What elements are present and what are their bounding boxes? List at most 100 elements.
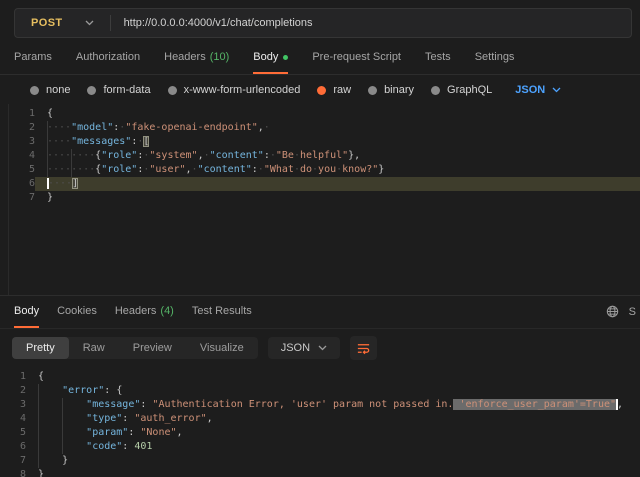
code-token: do (300, 164, 312, 175)
code-token (38, 427, 86, 438)
response-tab-body[interactable]: Body (14, 305, 39, 328)
code-token: "param" (86, 427, 128, 438)
view-raw[interactable]: Raw (69, 337, 119, 359)
code-token: , (617, 399, 623, 410)
code-token: · (264, 122, 270, 133)
line-number: 3 (0, 398, 26, 412)
code-token: } (47, 192, 53, 203)
response-tab-headers[interactable]: Headers(4) (115, 305, 174, 328)
code-line-content: "message": "Authentication Error, 'user'… (26, 398, 640, 412)
wrap-text-button[interactable] (350, 336, 377, 360)
response-tab-label: Headers (115, 305, 157, 317)
code-line-content: ········{"role":·"user",·"content":·"Wha… (35, 163, 640, 177)
code-token: { (116, 385, 122, 396)
code-token (38, 399, 86, 410)
line-number: 8 (0, 468, 26, 477)
tab-count-badge: (4) (160, 305, 173, 317)
code-line: 3····"messages":·[ (9, 135, 640, 149)
code-line-content: ····] (35, 177, 640, 191)
code-line-content: "error": { (26, 384, 640, 398)
line-number: 4 (0, 412, 26, 426)
view-preview[interactable]: Preview (119, 337, 186, 359)
body-type-raw[interactable]: raw (317, 84, 351, 96)
code-token: { (47, 108, 53, 119)
response-header-right: S (606, 305, 636, 326)
body-type-label: GraphQL (447, 84, 492, 96)
response-format-dropdown[interactable]: JSON (268, 337, 340, 359)
request-tab-body[interactable]: Body (253, 51, 288, 74)
code-token: "Be (276, 150, 294, 161)
code-token: "error" (62, 385, 104, 396)
response-tab-test-results[interactable]: Test Results (192, 305, 252, 328)
response-tab-label: Body (14, 305, 39, 317)
code-token: 401 (134, 441, 152, 452)
code-token: } (62, 455, 68, 466)
line-number: 5 (0, 426, 26, 440)
body-type-label: form-data (103, 84, 150, 96)
code-token: "type" (86, 413, 122, 424)
code-line: 4 "type": "auth_error", (0, 412, 640, 426)
code-token: "content" (198, 164, 252, 175)
code-token: ···· (47, 136, 71, 147)
method-dropdown[interactable]: POST (15, 17, 110, 29)
view-visualize[interactable]: Visualize (186, 337, 258, 359)
view-pretty[interactable]: Pretty (12, 337, 69, 359)
request-tab-headers[interactable]: Headers(10) (164, 51, 229, 74)
code-token: [ (143, 136, 149, 147)
request-body-editor[interactable]: 1{2····"model":·"fake-openai-endpoint",·… (9, 104, 640, 205)
code-line: 3 "message": "Authentication Error, 'use… (0, 398, 640, 412)
response-body-editor[interactable]: 1{2 "error": {3 "message": "Authenticati… (0, 367, 640, 477)
request-url-bar: POST http://0.0.0.0:4000/v1/chat/complet… (0, 0, 640, 38)
code-token: , (177, 427, 183, 438)
code-line-content: { (26, 370, 640, 384)
request-tab-label: Headers (164, 51, 206, 63)
line-number: 6 (0, 440, 26, 454)
line-number: 4 (9, 149, 35, 163)
body-type-binary[interactable]: binary (368, 84, 414, 96)
response-tab-cookies[interactable]: Cookies (57, 305, 97, 328)
modified-dot (283, 55, 288, 60)
request-tab-label: Body (253, 51, 278, 63)
request-tab-tests[interactable]: Tests (425, 51, 451, 74)
response-tab-label: Test Results (192, 305, 252, 317)
code-line-content: ····"model":·"fake-openai-endpoint",· (35, 121, 640, 135)
globe-icon[interactable] (606, 305, 619, 318)
request-tab-authorization[interactable]: Authorization (76, 51, 140, 74)
code-token: "role" (101, 164, 137, 175)
code-token: "auth_error" (134, 413, 206, 424)
radio-icon (87, 86, 96, 95)
code-token: "What (264, 164, 294, 175)
chevron-down-icon (318, 345, 327, 351)
code-line: 6····] (9, 177, 640, 191)
code-line: 8} (0, 468, 640, 477)
line-number: 7 (0, 454, 26, 468)
code-line: 2····"model":·"fake-openai-endpoint",· (9, 121, 640, 135)
line-number: 2 (9, 121, 35, 135)
code-line: 2 "error": { (0, 384, 640, 398)
code-token: "fake-openai-endpoint" (125, 122, 257, 133)
wrap-text-icon (356, 341, 371, 356)
body-type-none[interactable]: none (30, 84, 70, 96)
radio-icon (30, 86, 39, 95)
code-token: , (207, 413, 213, 424)
body-type-form-data[interactable]: form-data (87, 84, 150, 96)
code-line-content: } (26, 454, 640, 468)
body-type-x-www-form-urlencoded[interactable]: x-www-form-urlencoded (168, 84, 301, 96)
code-line: 7} (9, 191, 640, 205)
request-tab-pre-request-script[interactable]: Pre-request Script (312, 51, 401, 74)
radio-icon (317, 86, 326, 95)
request-tab-params[interactable]: Params (14, 51, 52, 74)
code-token: }, (348, 150, 360, 161)
request-body-pane: 1{2····"model":·"fake-openai-endpoint",·… (8, 104, 640, 295)
request-tab-settings[interactable]: Settings (475, 51, 515, 74)
method-label: POST (31, 17, 63, 29)
body-type-graphql[interactable]: GraphQL (431, 84, 492, 96)
line-number: 3 (9, 135, 35, 149)
url-input[interactable]: http://0.0.0.0:4000/v1/chat/completions (111, 17, 313, 29)
code-token: ···· (48, 178, 72, 189)
request-format-dropdown[interactable]: JSON (515, 84, 561, 96)
code-line-content: "param": "None", (26, 426, 640, 440)
code-token: } (38, 469, 44, 477)
code-line-content: } (26, 468, 640, 477)
request-tabs: Params Authorization Headers(10) Body Pre-re… (0, 38, 640, 75)
